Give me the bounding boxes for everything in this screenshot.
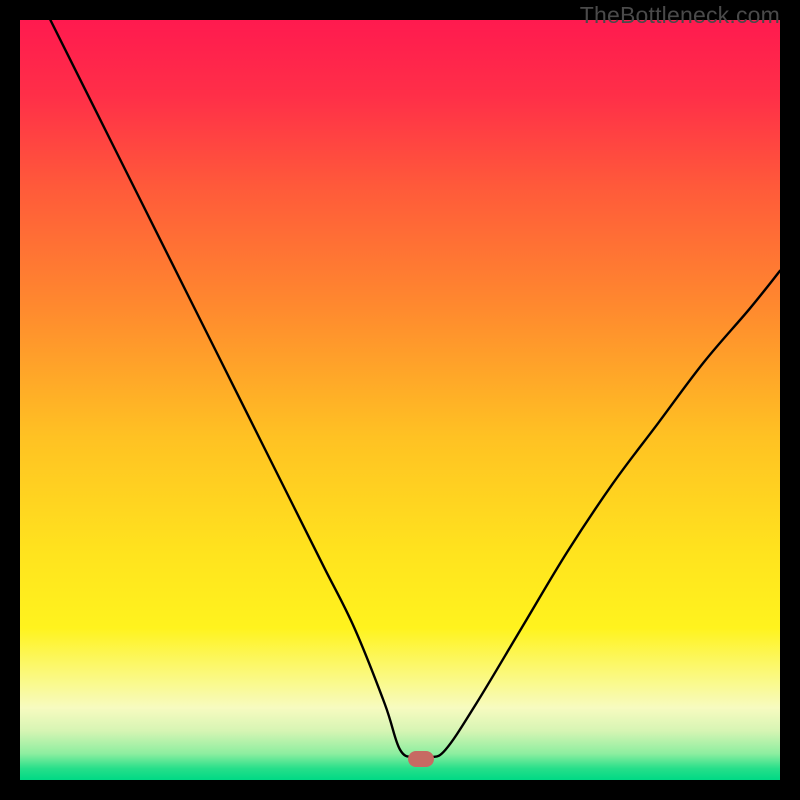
chart-frame: TheBottleneck.com xyxy=(0,0,800,800)
watermark-text: TheBottleneck.com xyxy=(580,2,780,29)
plot-area xyxy=(20,20,780,780)
bottleneck-curve xyxy=(20,20,780,780)
optimum-marker xyxy=(408,751,434,767)
